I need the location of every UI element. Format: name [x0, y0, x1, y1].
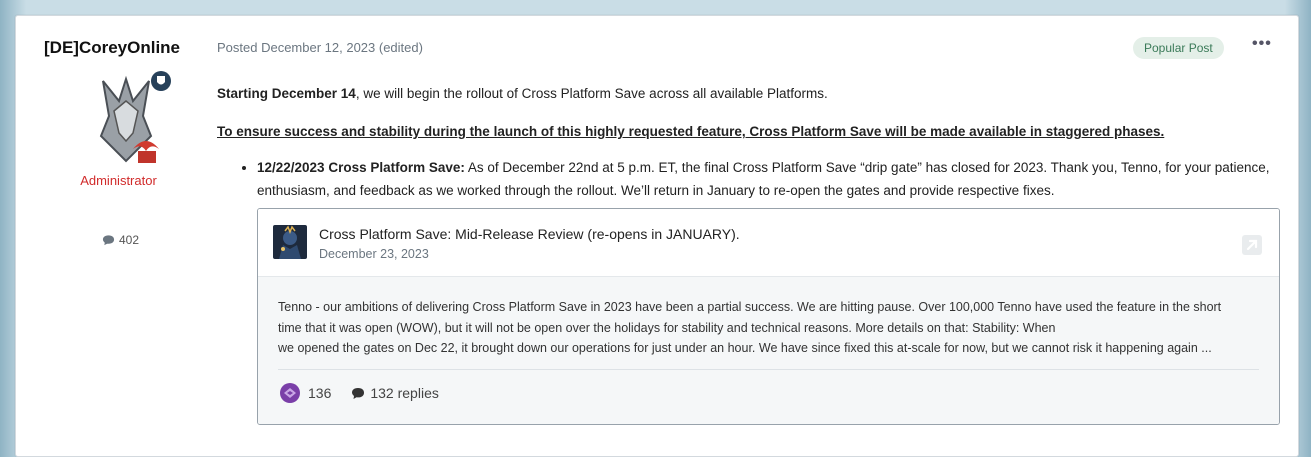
reaction-icon[interactable]: [280, 383, 300, 403]
more-options-button[interactable]: •••: [1252, 35, 1272, 53]
post-content: Starting December 14, we will begin the …: [217, 82, 1277, 202]
replies-link[interactable]: 132 replies: [370, 385, 439, 401]
author-column: [DE]CoreyOnline Administrator 402: [16, 16, 221, 456]
author-role: Administrator: [80, 173, 157, 188]
embed-thumbnail[interactable]: [273, 225, 307, 259]
list-item: 12/22/2023 Cross Platform Save: As of De…: [257, 156, 1277, 202]
embed-excerpt: Tenno - our ambitions of delivering Cros…: [278, 300, 1222, 355]
embed-header: Cross Platform Save: Mid-Release Review …: [258, 209, 1279, 277]
post-count: 402: [102, 233, 139, 247]
embed-title[interactable]: Cross Platform Save: Mid-Release Review …: [319, 226, 740, 242]
post-date[interactable]: Posted December 12, 2023 (edited): [217, 40, 423, 55]
speech-bubble-icon: [352, 387, 365, 399]
embedded-topic[interactable]: Cross Platform Save: Mid-Release Review …: [257, 208, 1280, 425]
notice-paragraph: To ensure success and stability during t…: [217, 124, 1165, 139]
post-card: [DE]CoreyOnline Administrator 402 Posted…: [15, 15, 1299, 457]
avatar[interactable]: [81, 71, 171, 171]
popular-post-badge: Popular Post: [1133, 37, 1224, 59]
author-name[interactable]: [DE]CoreyOnline: [44, 38, 180, 58]
embed-date: December 23, 2023: [319, 247, 429, 261]
speech-bubble-icon: [102, 235, 115, 246]
reaction-count: 136: [308, 385, 332, 401]
update-list: 12/22/2023 Cross Platform Save: As of De…: [217, 156, 1277, 202]
divider: [278, 369, 1259, 370]
embed-footer: 136 132 replies: [280, 383, 439, 403]
intro-paragraph: Starting December 14, we will begin the …: [217, 86, 828, 101]
embed-body: Tenno - our ambitions of delivering Cros…: [258, 277, 1279, 424]
external-link-icon[interactable]: [1241, 234, 1263, 256]
